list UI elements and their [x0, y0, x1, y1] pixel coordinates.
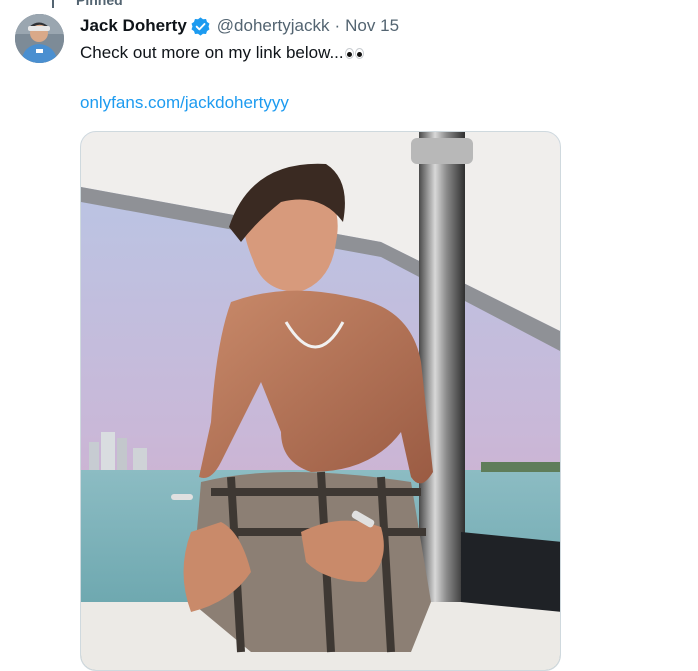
avatar[interactable]: [15, 14, 64, 63]
pinned-indicator: Pinned: [44, 0, 123, 8]
tweet-text: Check out more on my link below...: [80, 43, 364, 63]
pin-icon: [52, 0, 54, 8]
pinned-label: Pinned: [76, 0, 123, 8]
tweet-header: Jack Doherty @dohertyjackk · Nov 15: [80, 14, 399, 38]
author-handle[interactable]: @dohertyjackk: [217, 16, 330, 36]
tweet-body: Check out more on my link below...: [80, 43, 344, 62]
photo-boat-scene: [81, 132, 560, 670]
avatar-image: [15, 14, 64, 63]
verified-badge-icon[interactable]: [190, 16, 211, 37]
tweet-link[interactable]: onlyfans.com/jackdohertyyy: [80, 93, 289, 113]
eyes-emoji-icon: [344, 48, 364, 60]
separator-dot: ·: [334, 16, 341, 35]
tweet-date[interactable]: Nov 15: [345, 16, 399, 36]
author-name[interactable]: Jack Doherty: [80, 16, 187, 36]
tweet-media-image[interactable]: [80, 131, 561, 671]
